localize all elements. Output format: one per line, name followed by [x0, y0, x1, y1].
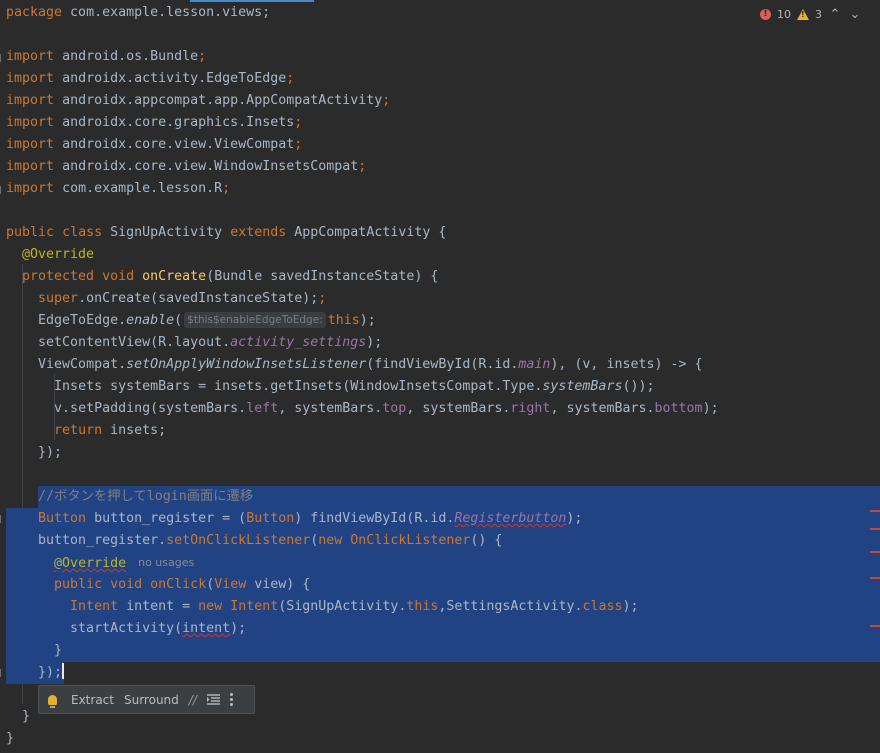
code-line[interactable]: import androidx.core.view.WindowInsetsCo… [0, 156, 880, 178]
code-line[interactable]: import com.example.lesson.R; [0, 178, 880, 200]
code-line-selected[interactable]: startActivity(intent); [6, 618, 880, 640]
code-line[interactable]: import androidx.appcompat.app.AppCompatA… [0, 90, 880, 112]
chevron-up-icon[interactable]: ⌃ [828, 7, 842, 22]
code-line[interactable]: EdgeToEdge.enable($this$enableEdgeToEdge… [0, 310, 880, 332]
code-line-selected[interactable]: }); [6, 662, 880, 684]
comment-icon: // [188, 692, 197, 707]
reformat-icon [206, 694, 220, 705]
code-line[interactable]: }); [0, 442, 880, 464]
fold-marker[interactable] [0, 669, 5, 677]
code-line[interactable]: @Override [0, 244, 880, 266]
error-stripe-mark[interactable] [870, 577, 880, 579]
code-line-selected[interactable]: } [6, 640, 880, 662]
fold-marker[interactable] [0, 515, 5, 523]
error-stripe-mark[interactable] [870, 528, 880, 530]
code-line[interactable]: Insets systemBars = insets.getInsets(Win… [0, 376, 880, 398]
more-vertical-icon [229, 693, 233, 706]
code-line-selected[interactable]: //ボタンを押してlogin画面に遷移 [38, 486, 880, 508]
code-line[interactable]: package com.example.lesson.views; [0, 2, 880, 24]
error-count: 10 [777, 7, 791, 21]
error-icon: ! [760, 8, 771, 20]
code-line[interactable]: v.setPadding(systemBars.left, systemBars… [0, 398, 880, 420]
lightbulb-icon [48, 694, 57, 708]
code-line[interactable]: protected void onCreate(Bundle savedInst… [0, 266, 880, 288]
code-line[interactable]: import androidx.core.view.ViewCompat; [0, 134, 880, 156]
code-line[interactable]: super.onCreate(savedInstanceState);; [0, 288, 880, 310]
error-stripe-mark[interactable] [870, 510, 880, 512]
error-stripe-mark[interactable] [870, 625, 880, 627]
warning-count: 3 [815, 7, 822, 21]
more-actions-button[interactable] [225, 686, 238, 713]
parameter-hint: $this$enableEdgeToEdge: [184, 312, 326, 328]
code-line[interactable]: import androidx.activity.EdgeToEdge; [0, 68, 880, 90]
code-line[interactable]: ViewCompat.setOnApplyWindowInsetsListene… [0, 354, 880, 376]
chevron-down-icon[interactable]: ⌄ [848, 7, 862, 22]
code-line-selected[interactable]: Button button_register = (Button) findVi… [6, 508, 880, 530]
text-caret [62, 663, 65, 679]
code-line[interactable]: import android.os.Bundle; [0, 46, 880, 68]
error-stripe-mark[interactable] [870, 551, 880, 553]
no-usages-hint: no usages [138, 556, 195, 569]
code-line-selected[interactable]: button_register.setOnClickListener(new O… [6, 530, 880, 552]
code-line[interactable]: import androidx.core.graphics.Insets; [0, 112, 880, 134]
code-editor[interactable]: package com.example.lesson.views; import… [0, 0, 880, 753]
warning-icon: ! [797, 8, 809, 20]
code-line[interactable]: public class SignUpActivity extends AppC… [0, 222, 880, 244]
comment-toggle-button[interactable]: // [184, 686, 202, 713]
code-line[interactable]: } [0, 728, 880, 750]
fold-marker[interactable] [0, 186, 5, 194]
code-line-selected[interactable]: @Override no usages [6, 552, 880, 574]
surround-button[interactable]: Surround [119, 686, 184, 713]
reformat-button[interactable] [202, 686, 225, 713]
code-line[interactable]: setContentView(R.layout.activity_setting… [0, 332, 880, 354]
extract-button[interactable]: Extract [66, 686, 119, 713]
intention-actions-button[interactable] [39, 686, 66, 713]
inspections-widget[interactable]: ! 10 ! 3 ⌃ ⌄ [760, 4, 862, 24]
floating-toolbar: Extract Surround // [38, 685, 255, 714]
code-line-selected[interactable]: Intent intent = new Intent(SignUpActivit… [6, 596, 880, 618]
code-line[interactable]: return insets; [0, 420, 880, 442]
fold-marker[interactable] [0, 54, 5, 62]
code-line-selected[interactable]: public void onClick(View view) { [6, 574, 880, 596]
